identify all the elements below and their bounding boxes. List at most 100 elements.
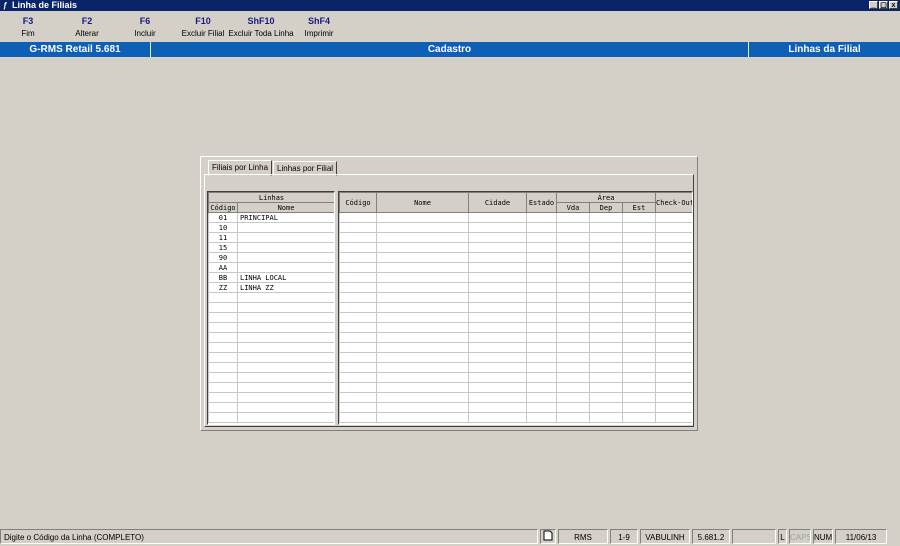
branch-cell[interactable] bbox=[655, 262, 692, 273]
branch-cell[interactable] bbox=[589, 232, 623, 243]
branch-cell[interactable] bbox=[376, 212, 469, 223]
branch-cell[interactable] bbox=[376, 312, 469, 323]
branch-cell[interactable] bbox=[622, 312, 656, 323]
line-name-cell[interactable] bbox=[236, 352, 334, 363]
branch-cell[interactable] bbox=[622, 382, 656, 393]
table-row[interactable] bbox=[339, 312, 692, 323]
line-name-cell[interactable] bbox=[236, 402, 334, 413]
branch-cell[interactable] bbox=[526, 362, 557, 373]
branch-cell[interactable] bbox=[589, 302, 623, 313]
branch-cell[interactable] bbox=[622, 282, 656, 293]
branch-cell[interactable] bbox=[622, 342, 656, 353]
line-name-cell[interactable]: LINHA LOCAL bbox=[236, 272, 334, 283]
table-row[interactable] bbox=[339, 252, 692, 263]
branch-cell[interactable] bbox=[468, 342, 527, 353]
branch-cell[interactable] bbox=[556, 352, 590, 363]
branch-cell[interactable] bbox=[526, 382, 557, 393]
table-row[interactable]: 15 bbox=[208, 242, 334, 253]
line-code-cell[interactable] bbox=[208, 332, 238, 343]
branch-cell[interactable] bbox=[589, 382, 623, 393]
column-header-nome[interactable]: Nome bbox=[376, 192, 469, 213]
branch-cell[interactable] bbox=[468, 322, 527, 333]
branch-cell[interactable] bbox=[339, 272, 377, 283]
branch-cell[interactable] bbox=[622, 412, 656, 423]
table-row[interactable]: 01 PRINCIPAL bbox=[208, 212, 334, 223]
branch-cell[interactable] bbox=[589, 242, 623, 253]
branch-cell[interactable] bbox=[655, 272, 692, 283]
table-row[interactable] bbox=[208, 292, 334, 303]
table-row[interactable] bbox=[208, 322, 334, 333]
branch-cell[interactable] bbox=[589, 212, 623, 223]
table-row[interactable] bbox=[339, 232, 692, 243]
branch-cell[interactable] bbox=[468, 402, 527, 413]
branch-cell[interactable] bbox=[655, 352, 692, 363]
table-row[interactable] bbox=[339, 242, 692, 253]
branch-cell[interactable] bbox=[376, 382, 469, 393]
column-header-nome[interactable]: Nome bbox=[236, 202, 334, 213]
branch-cell[interactable] bbox=[376, 392, 469, 403]
branch-cell[interactable] bbox=[589, 372, 623, 383]
column-header-cidade[interactable]: Cidade bbox=[468, 192, 527, 213]
table-row[interactable] bbox=[339, 262, 692, 273]
branch-cell[interactable] bbox=[468, 282, 527, 293]
table-row[interactable] bbox=[208, 312, 334, 323]
branch-cell[interactable] bbox=[339, 232, 377, 243]
branch-cell[interactable] bbox=[526, 212, 557, 223]
branch-cell[interactable] bbox=[339, 412, 377, 423]
branch-cell[interactable] bbox=[339, 222, 377, 233]
branch-cell[interactable] bbox=[589, 262, 623, 273]
branch-cell[interactable] bbox=[622, 392, 656, 403]
branch-cell[interactable] bbox=[526, 232, 557, 243]
table-row[interactable]: 10 bbox=[208, 222, 334, 233]
column-header-dep[interactable]: Dep bbox=[589, 202, 623, 213]
branch-cell[interactable] bbox=[376, 322, 469, 333]
line-name-cell[interactable] bbox=[236, 292, 334, 303]
branch-cell[interactable] bbox=[526, 262, 557, 273]
line-name-cell[interactable] bbox=[236, 302, 334, 313]
table-row[interactable] bbox=[339, 292, 692, 303]
branch-cell[interactable] bbox=[655, 312, 692, 323]
branch-cell[interactable] bbox=[526, 372, 557, 383]
branch-cell[interactable] bbox=[376, 402, 469, 413]
table-row[interactable] bbox=[339, 332, 692, 343]
branch-cell[interactable] bbox=[339, 302, 377, 313]
branch-cell[interactable] bbox=[376, 362, 469, 373]
close-button[interactable]: x bbox=[889, 1, 898, 9]
branch-cell[interactable] bbox=[376, 412, 469, 423]
line-code-cell[interactable] bbox=[208, 322, 238, 333]
line-code-cell[interactable] bbox=[208, 292, 238, 303]
table-row[interactable] bbox=[339, 322, 692, 333]
line-name-cell[interactable] bbox=[236, 392, 334, 403]
branch-cell[interactable] bbox=[376, 342, 469, 353]
table-row[interactable] bbox=[339, 282, 692, 293]
line-code-cell[interactable]: BB bbox=[208, 272, 238, 283]
branch-cell[interactable] bbox=[468, 262, 527, 273]
branch-cell[interactable] bbox=[526, 342, 557, 353]
line-name-cell[interactable] bbox=[236, 242, 334, 253]
branch-cell[interactable] bbox=[622, 372, 656, 383]
branch-cell[interactable] bbox=[655, 252, 692, 263]
line-code-cell[interactable]: 11 bbox=[208, 232, 238, 243]
branch-cell[interactable] bbox=[556, 312, 590, 323]
branch-cell[interactable] bbox=[622, 272, 656, 283]
branch-cell[interactable] bbox=[376, 222, 469, 233]
line-name-cell[interactable] bbox=[236, 262, 334, 273]
table-row[interactable] bbox=[208, 362, 334, 373]
line-code-cell[interactable]: 90 bbox=[208, 252, 238, 263]
table-row[interactable] bbox=[208, 382, 334, 393]
table-row[interactable] bbox=[339, 222, 692, 233]
branch-cell[interactable] bbox=[339, 292, 377, 303]
table-row[interactable]: 90 bbox=[208, 252, 334, 263]
branch-cell[interactable] bbox=[339, 322, 377, 333]
branch-cell[interactable] bbox=[468, 352, 527, 363]
table-row[interactable] bbox=[339, 392, 692, 403]
branch-cell[interactable] bbox=[526, 242, 557, 253]
branch-cell[interactable] bbox=[622, 222, 656, 233]
table-row[interactable]: ZZ LINHA ZZ bbox=[208, 282, 334, 293]
branch-cell[interactable] bbox=[655, 332, 692, 343]
branch-cell[interactable] bbox=[589, 282, 623, 293]
line-name-cell[interactable] bbox=[236, 332, 334, 343]
branch-cell[interactable] bbox=[376, 352, 469, 363]
branch-cell[interactable] bbox=[589, 392, 623, 403]
column-header-check-out[interactable]: Check-Out bbox=[655, 192, 692, 213]
